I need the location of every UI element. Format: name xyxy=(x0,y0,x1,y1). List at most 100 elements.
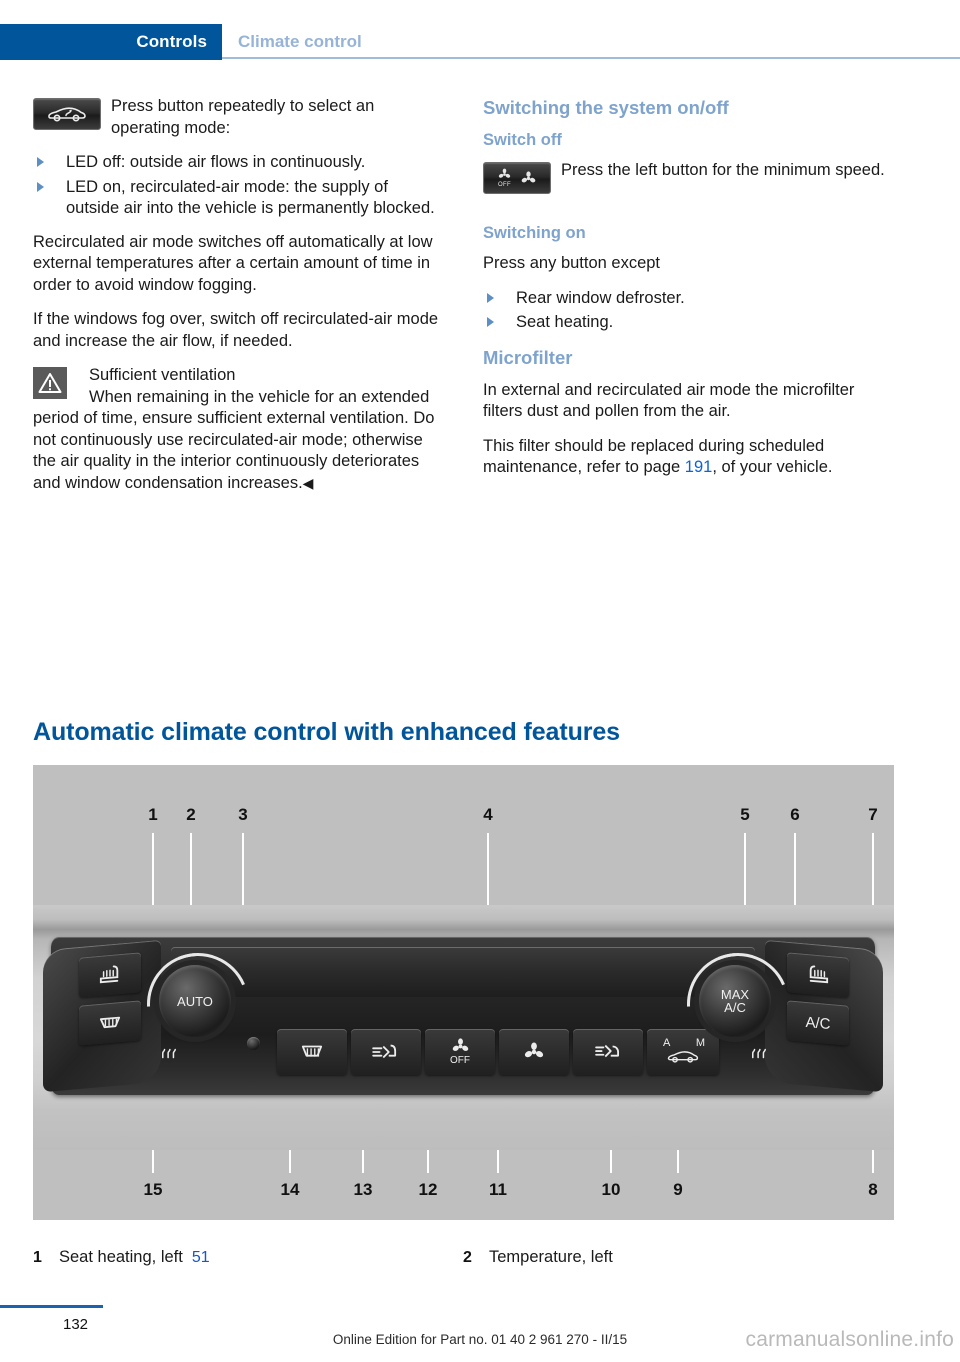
figure-legend: 1 Seat heating, left 51 2 Temperature, l… xyxy=(33,1248,913,1267)
microfilter-p2-after: , of your vehicle. xyxy=(712,458,833,476)
figure-callout-number: 9 xyxy=(673,1180,683,1199)
rear-defroster-icon xyxy=(99,1016,121,1029)
switch-off-text: Press the left button for the minimum sp… xyxy=(561,161,885,179)
switch-off-note: OFF Press the left button for the minimu… xyxy=(483,160,894,196)
figure-callout-number: 2 xyxy=(186,805,196,824)
recirc-auto-off-paragraph: Recirculated air mode switches off autom… xyxy=(33,232,433,294)
figure-callout-number: 15 xyxy=(143,1180,163,1199)
airflow-distribution-button[interactable] xyxy=(351,1029,421,1075)
figure-callout-number: 13 xyxy=(353,1180,373,1199)
figure-callout-number: 7 xyxy=(868,805,878,824)
list-item: Seat heating. xyxy=(483,312,894,334)
header-tab-label: Controls xyxy=(136,32,207,51)
page-number: 132 xyxy=(63,1316,89,1333)
microfilter-paragraph-2: This filter should be replaced during sc… xyxy=(483,436,894,479)
legend-label: Seat heating, left xyxy=(59,1248,183,1266)
recirculation-button-note: Press button repeatedly to select an ope… xyxy=(33,96,444,139)
header-divider xyxy=(222,57,960,59)
left-column: Press button repeatedly to select an ope… xyxy=(33,96,444,507)
header-section-label: Climate control xyxy=(238,32,362,51)
legend-page-link[interactable]: 51 xyxy=(192,1249,210,1267)
warning-block: Sufficient ventilation When remaining in… xyxy=(33,365,444,494)
bullet-triangle-icon xyxy=(487,292,494,303)
operating-mode-bullets: LED off: outside air flows in continuous… xyxy=(33,152,444,220)
seat-heating-right-button[interactable] xyxy=(787,952,849,998)
fan-speed-button[interactable] xyxy=(499,1029,569,1075)
front-defroster-icon xyxy=(301,1045,323,1057)
list-item: Rear window defroster. xyxy=(483,288,894,310)
page-reference-link[interactable]: 191 xyxy=(685,458,713,476)
fan-off-button[interactable]: OFF xyxy=(425,1029,495,1075)
legend-label: Temperature, left xyxy=(489,1248,613,1266)
warning-end-mark: ◀ xyxy=(302,474,314,491)
list-item: LED off: outside air flows in continuous… xyxy=(33,152,444,174)
fan-icon xyxy=(452,1038,468,1051)
airflow-upper-button[interactable] xyxy=(573,1029,643,1075)
bullet-triangle-icon xyxy=(37,157,44,167)
heating-waves-icon xyxy=(162,1048,176,1059)
figure-callout-number: 6 xyxy=(790,805,800,824)
climate-console: AUTO OFF A M MAX A/C A/C xyxy=(43,931,883,1095)
section-heading-switching: Switching the system on/off xyxy=(483,97,729,118)
bullet-text: Rear window defroster. xyxy=(516,288,685,307)
bullet-triangle-icon xyxy=(37,181,44,192)
header-section: Climate control xyxy=(238,24,362,60)
ac-label: A/C xyxy=(805,1013,831,1033)
figure-callout-number: 14 xyxy=(280,1180,300,1199)
figure-bottom-callout-numbers: 15 14 13 12 11 10 9 8 xyxy=(33,1180,894,1202)
bullet-text: LED off: outside air flows in continuous… xyxy=(66,153,366,171)
seat-heating-icon xyxy=(99,965,119,984)
legend-item-1: 1 Seat heating, left 51 xyxy=(33,1248,463,1267)
fan-off-button-icon: OFF xyxy=(483,162,551,194)
fan-icon xyxy=(524,1042,544,1058)
figure-callout-number: 5 xyxy=(740,805,750,824)
warning-title: Sufficient ventilation xyxy=(89,366,236,384)
figure-callout-number: 10 xyxy=(601,1180,621,1199)
climate-control-figure: 1234567 15 14 13 12 11 10 9 8 AUTO OFF A… xyxy=(33,765,894,1220)
recirculated-air-button-icon xyxy=(33,98,101,130)
recirculation-button-text: Press button repeatedly to select an ope… xyxy=(111,97,375,137)
bullet-text: LED on, recirculated-air mode: the suppl… xyxy=(66,177,435,218)
fan-off-label: OFF xyxy=(450,1055,470,1066)
footer-rule xyxy=(0,1305,103,1308)
control-panel-illustration: AUTO OFF A M MAX A/C A/C xyxy=(33,905,894,1150)
fan-off-label: OFF xyxy=(498,181,511,188)
air-distribution-icon xyxy=(372,1044,397,1059)
steering-wheel-heating-left-icon-key[interactable] xyxy=(151,1041,187,1067)
steering-wheel-heating-right-icon-key[interactable] xyxy=(741,1041,777,1067)
sun-sensor-led xyxy=(247,1037,260,1050)
rear-window-defroster-button[interactable] xyxy=(79,1000,141,1046)
legend-number: 2 xyxy=(463,1249,472,1266)
legend-number: 1 xyxy=(33,1249,42,1266)
heating-waves-icon xyxy=(752,1048,766,1059)
right-column: Switching the system on/off Switch off O… xyxy=(483,96,894,492)
figure-top-callout-numbers: 1 2 3 4 5 6 7 xyxy=(33,805,894,827)
fan-icon xyxy=(521,170,536,182)
seat-heating-left-button[interactable] xyxy=(79,952,141,998)
front-defroster-button[interactable] xyxy=(277,1029,347,1075)
switching-on-intro: Press any button except xyxy=(483,254,661,272)
switching-on-bullets: Rear window defroster. Seat heating. xyxy=(483,288,894,334)
warning-triangle-icon xyxy=(33,367,67,399)
page-header: Controls Climate control xyxy=(0,24,960,60)
ac-button[interactable]: A/C xyxy=(787,1000,849,1046)
figure-callout-number: 8 xyxy=(868,1180,878,1199)
figure-callout-number: 12 xyxy=(418,1180,438,1199)
figure-callout-number: 3 xyxy=(238,805,248,824)
legend-item-2: 2 Temperature, left xyxy=(463,1248,893,1267)
air-distribution-upper-icon xyxy=(595,1044,619,1058)
fog-over-paragraph: If the windows fog over, switch off reci… xyxy=(33,310,439,350)
recirculated-air-car-icon xyxy=(667,1051,699,1063)
figure-callout-number: 4 xyxy=(483,805,493,824)
warning-body: When remaining in the vehicle for an ext… xyxy=(33,387,444,495)
bullet-triangle-icon xyxy=(487,317,494,327)
figure-callout-number: 11 xyxy=(489,1180,507,1199)
header-tab-controls[interactable]: Controls xyxy=(0,24,222,60)
seat-heating-icon xyxy=(809,965,829,984)
subheading-switching-on: Switching on xyxy=(483,224,586,242)
figure-callout-number: 1 xyxy=(148,805,158,824)
console-display-strip xyxy=(171,947,755,997)
page-title: Automatic climate control with enhanced … xyxy=(33,718,620,746)
legend-row: 1 Seat heating, left 51 2 Temperature, l… xyxy=(33,1248,913,1267)
